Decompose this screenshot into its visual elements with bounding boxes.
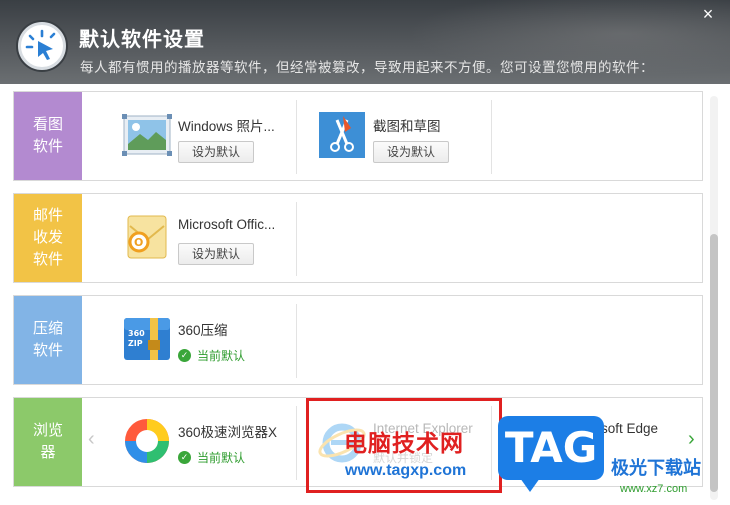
app-name: 360压缩 bbox=[178, 323, 228, 338]
app-item-snip-sketch: 截图和草图 设为默认 bbox=[277, 92, 493, 180]
category-label-text: 浏览器 bbox=[32, 422, 63, 461]
photo-viewer-icon bbox=[122, 110, 172, 160]
watermark-brand: 极光下载站 bbox=[611, 458, 701, 478]
set-default-button[interactable]: 设为默认 bbox=[373, 141, 449, 163]
checkmark-icon: ✓ bbox=[178, 451, 191, 464]
category-label-browser: 浏览器 bbox=[14, 398, 82, 486]
category-card-compression: 压缩软件 360 ZIP 360压缩 ✓ 当前默认 bbox=[13, 295, 703, 385]
app-name: Windows 照片... bbox=[178, 119, 275, 134]
checkmark-icon: ✓ bbox=[178, 349, 191, 362]
svg-text:O: O bbox=[134, 236, 143, 249]
outlook-icon: O bbox=[122, 212, 172, 262]
app-name: Microsoft Offic... bbox=[178, 217, 276, 232]
svg-text:ZIP: ZIP bbox=[128, 339, 143, 348]
app-logo-icon bbox=[18, 22, 66, 70]
app-item-360zip: 360 ZIP 360压缩 ✓ 当前默认 bbox=[82, 296, 298, 384]
window-header: 默认软件设置 每人都有惯用的播放器等软件，但经常被篡改，导致用起来不方便。您可设… bbox=[0, 0, 730, 84]
category-card-email: 邮件收发软件 O Microsoft Offic... 设为默认 bbox=[13, 193, 703, 283]
current-default-status: ✓ 当前默认 bbox=[178, 347, 245, 364]
svg-text:360: 360 bbox=[128, 329, 145, 338]
watermark-site-name: 电脑技术网 bbox=[344, 430, 464, 456]
current-default-status: ✓ 当前默认 bbox=[178, 449, 245, 466]
app-name: 截图和草图 bbox=[373, 119, 441, 134]
status-text: 当前默认 bbox=[197, 451, 246, 465]
category-label-compression: 压缩软件 bbox=[14, 296, 82, 384]
app-item-microsoft-office: O Microsoft Offic... 设为默认 bbox=[82, 194, 298, 282]
divider bbox=[296, 202, 297, 276]
watermark-site-url: www.tagxp.com bbox=[345, 462, 467, 479]
category-label-email: 邮件收发软件 bbox=[14, 194, 82, 282]
category-label-text: 压缩软件 bbox=[32, 320, 63, 359]
category-label-text: 看图软件 bbox=[32, 116, 63, 155]
scrollbar-thumb[interactable] bbox=[710, 234, 718, 492]
next-arrow-icon[interactable]: › bbox=[688, 428, 695, 451]
category-card-image-viewer: 看图软件 Windows 照片... 设为默认 截图和草图 设为默认 bbox=[13, 91, 703, 181]
zip-archive-icon: 360 ZIP bbox=[122, 314, 172, 364]
window-subtitle: 每人都有惯用的播放器等软件，但经常被篡改，导致用起来不方便。您可设置您惯用的软件… bbox=[80, 60, 654, 75]
360-browser-icon bbox=[122, 416, 172, 466]
watermark-brand-url: www.xz7.com bbox=[620, 483, 688, 495]
watermark-tag-badge: TAG bbox=[498, 416, 604, 492]
window-title: 默认软件设置 bbox=[79, 29, 205, 51]
set-default-button[interactable]: 设为默认 bbox=[178, 141, 254, 163]
set-default-button[interactable]: 设为默认 bbox=[178, 243, 254, 265]
divider bbox=[296, 304, 297, 378]
app-item-windows-photos: Windows 照片... 设为默认 bbox=[82, 92, 298, 180]
app-name: 360极速浏览器X bbox=[178, 425, 278, 440]
category-label-image-viewer: 看图软件 bbox=[14, 92, 82, 180]
snip-sketch-icon bbox=[317, 110, 367, 160]
divider bbox=[491, 100, 492, 174]
category-label-text: 邮件收发软件 bbox=[32, 207, 63, 268]
status-text: 当前默认 bbox=[197, 349, 246, 363]
app-item-360-browser: 360极速浏览器X ✓ 当前默认 bbox=[82, 398, 298, 486]
close-button[interactable]: × bbox=[698, 4, 718, 24]
